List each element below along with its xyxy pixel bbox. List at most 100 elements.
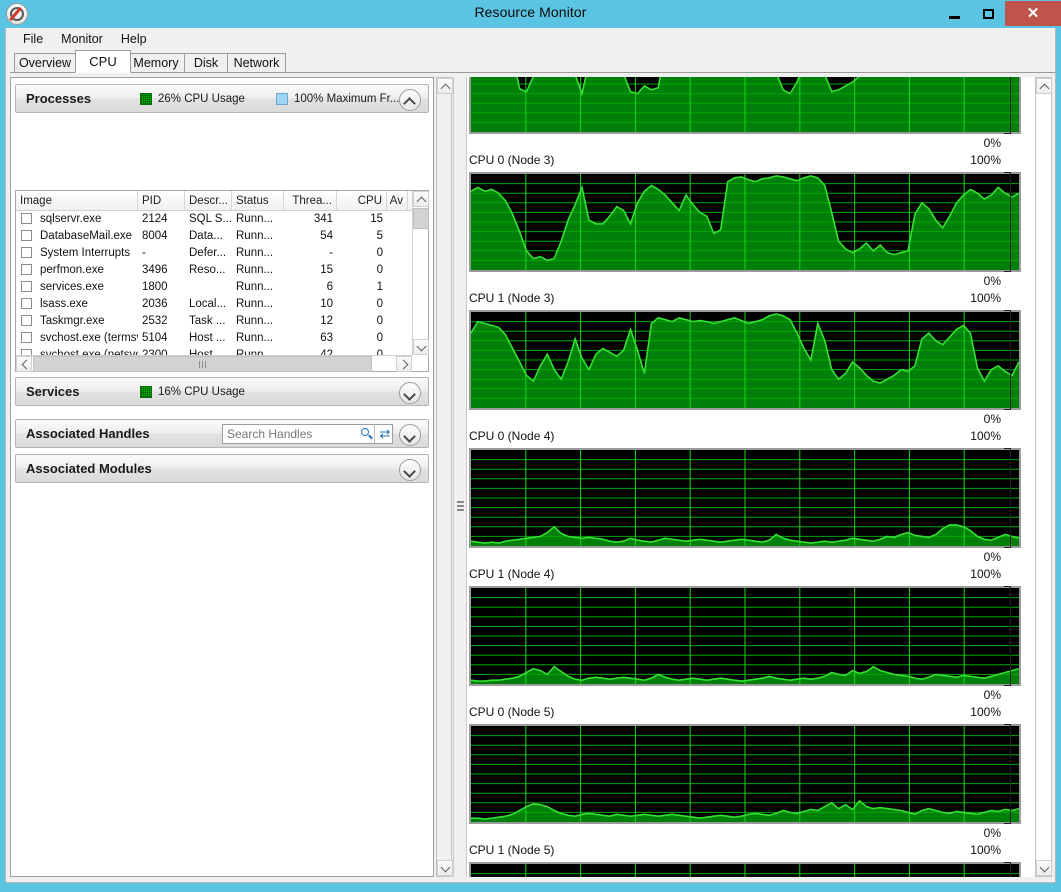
cpu-graph-block: CPU 0 (Node 3) 100% 0%: [467, 153, 1035, 291]
vertical-scroll-thumb[interactable]: [413, 208, 429, 229]
tab-cpu[interactable]: CPU: [75, 50, 131, 73]
cell-status: Runn...: [236, 297, 274, 310]
column-header-average-cpu[interactable]: Av: [387, 191, 408, 210]
cell-image: lsass.exe: [40, 297, 88, 310]
services-cpu-usage-label: 16% CPU Usage: [158, 386, 245, 398]
cpu-graph-label: CPU 0 (Node 5): [469, 705, 555, 719]
cpu-graph-label: CPU 1 (Node 4): [469, 567, 555, 581]
cell-status: Runn...: [236, 246, 274, 259]
minimize-button[interactable]: [937, 1, 971, 26]
menu-item-monitor[interactable]: Monitor: [52, 30, 112, 48]
cell-pid: 2036: [142, 297, 168, 310]
associated-modules-panel-header[interactable]: Associated Modules: [15, 454, 429, 483]
services-panel-header[interactable]: Services 16% CPU Usage: [15, 377, 429, 406]
processes-collapse-chevron-up-icon[interactable]: [399, 89, 421, 111]
column-header-description[interactable]: Descr...: [185, 191, 232, 210]
cpu-graph-min-label: 0%: [983, 688, 1001, 702]
tab-disk[interactable]: Disk: [184, 53, 228, 73]
cell-cpu: 0: [376, 246, 383, 259]
scroll-down-button[interactable]: [413, 339, 429, 355]
cpu-graph-canvas: [469, 448, 1021, 548]
table-row[interactable]: DatabaseMail.exe 8004 Data... Runn... 54…: [16, 227, 428, 244]
table-row[interactable]: Taskmgr.exe 2532 Task ... Runn... 12 0: [16, 312, 428, 329]
cell-pid: -: [142, 246, 146, 259]
search-icon[interactable]: [359, 426, 374, 442]
menu-item-file[interactable]: File: [14, 30, 52, 48]
cell-threads: 54: [320, 229, 333, 242]
row-checkbox[interactable]: [21, 247, 32, 258]
associated-handles-expand-chevron-down-icon[interactable]: [399, 424, 421, 446]
row-checkbox[interactable]: [21, 264, 32, 275]
table-row[interactable]: services.exe 1800 Runn... 6 1: [16, 278, 428, 295]
cpu-graph-range-bracket: [1004, 862, 1011, 877]
left-pane-scroll-up-button[interactable]: [437, 78, 453, 94]
column-header-image[interactable]: Image: [16, 191, 138, 210]
row-checkbox[interactable]: [21, 315, 32, 326]
cpu-graph-max-label: 100%: [970, 705, 1001, 719]
cell-pid: 2124: [142, 212, 168, 225]
row-checkbox[interactable]: [21, 213, 32, 224]
column-header-status[interactable]: Status: [232, 191, 284, 210]
associated-handles-panel-header[interactable]: Associated Handles ⇄: [15, 419, 429, 448]
cpu-graph-canvas: [469, 586, 1021, 686]
window-title: Resource Monitor: [474, 4, 587, 20]
left-pane-vertical-scrollbar[interactable]: [436, 77, 453, 877]
tab-network[interactable]: Network: [227, 53, 286, 73]
associated-modules-expand-chevron-down-icon[interactable]: [399, 459, 421, 481]
search-handles-box[interactable]: ⇄: [222, 424, 393, 444]
graph-pane-vertical-scrollbar[interactable]: [1035, 77, 1052, 877]
process-table-vertical-scrollbar[interactable]: [412, 191, 429, 355]
cell-image: sqlservr.exe: [40, 212, 102, 225]
maximize-button[interactable]: [971, 1, 1005, 26]
table-row[interactable]: lsass.exe 2036 Local... Runn... 10 0: [16, 295, 428, 312]
process-table-header: Image PID Descr... Status Threa... CPU A…: [16, 191, 428, 211]
cell-pid: 3496: [142, 263, 168, 276]
cpu-graph-min-label: 0%: [983, 136, 1001, 150]
cell-threads: 15: [320, 263, 333, 276]
scroll-left-button[interactable]: [16, 356, 32, 372]
row-checkbox[interactable]: [21, 281, 32, 292]
tab-memory[interactable]: Memory: [127, 53, 185, 73]
column-header-pid[interactable]: PID: [138, 191, 185, 210]
table-row[interactable]: svchost.exe (termsvcs) 5104 Host ... Run…: [16, 329, 428, 346]
cpu-graph-label: CPU 0 (Node 4): [469, 429, 555, 443]
row-checkbox[interactable]: [21, 230, 32, 241]
process-table-horizontal-scrollbar[interactable]: [16, 355, 412, 372]
table-row[interactable]: System Interrupts - Defer... Runn... - 0: [16, 244, 428, 261]
services-expand-chevron-down-icon[interactable]: [399, 382, 421, 404]
row-checkbox[interactable]: [21, 298, 32, 309]
cell-threads: 63: [320, 331, 333, 344]
table-row[interactable]: sqlservr.exe 2124 SQL S... Runn... 341 1…: [16, 210, 428, 227]
cell-description: Data...: [189, 229, 223, 242]
horizontal-scroll-thumb[interactable]: [33, 356, 372, 372]
left-pane-scroll-down-button[interactable]: [437, 860, 453, 876]
process-table: Image PID Descr... Status Threa... CPU A…: [15, 190, 429, 372]
cell-cpu: 0: [376, 297, 383, 310]
scroll-up-button[interactable]: [413, 191, 429, 207]
search-handles-input[interactable]: [223, 427, 359, 441]
refresh-icon[interactable]: ⇄: [374, 425, 395, 443]
cpu-graph-max-label: 100%: [970, 567, 1001, 581]
row-checkbox[interactable]: [21, 332, 32, 343]
cpu-usage-swatch-icon: [140, 93, 152, 105]
close-button[interactable]: ✕: [1005, 1, 1061, 26]
column-header-cpu[interactable]: CPU: [337, 191, 387, 210]
graph-scroll-up-button[interactable]: [1036, 78, 1052, 94]
associated-handles-title: Associated Handles: [26, 426, 150, 441]
cell-status: Runn...: [236, 263, 274, 276]
menu-item-help[interactable]: Help: [112, 30, 156, 48]
tab-overview[interactable]: Overview: [14, 53, 76, 73]
scroll-right-button[interactable]: [396, 356, 412, 372]
table-row[interactable]: perfmon.exe 3496 Reso... Runn... 15 0: [16, 261, 428, 278]
cpu-graph-canvas: [469, 862, 1021, 877]
processes-panel-header[interactable]: Processes 26% CPU Usage 100% Maximum Fr.…: [15, 84, 429, 113]
graph-scroll-down-button[interactable]: [1036, 860, 1052, 876]
splitter-grip-icon: [457, 501, 464, 513]
cell-threads: -: [329, 246, 333, 259]
cell-description: Reso...: [189, 263, 226, 276]
cell-cpu: 0: [376, 263, 383, 276]
cpu-graph-range-bracket: [1004, 586, 1011, 686]
cell-image: services.exe: [40, 280, 104, 293]
pane-splitter[interactable]: [453, 77, 467, 877]
column-header-threads[interactable]: Threa...: [284, 191, 337, 210]
